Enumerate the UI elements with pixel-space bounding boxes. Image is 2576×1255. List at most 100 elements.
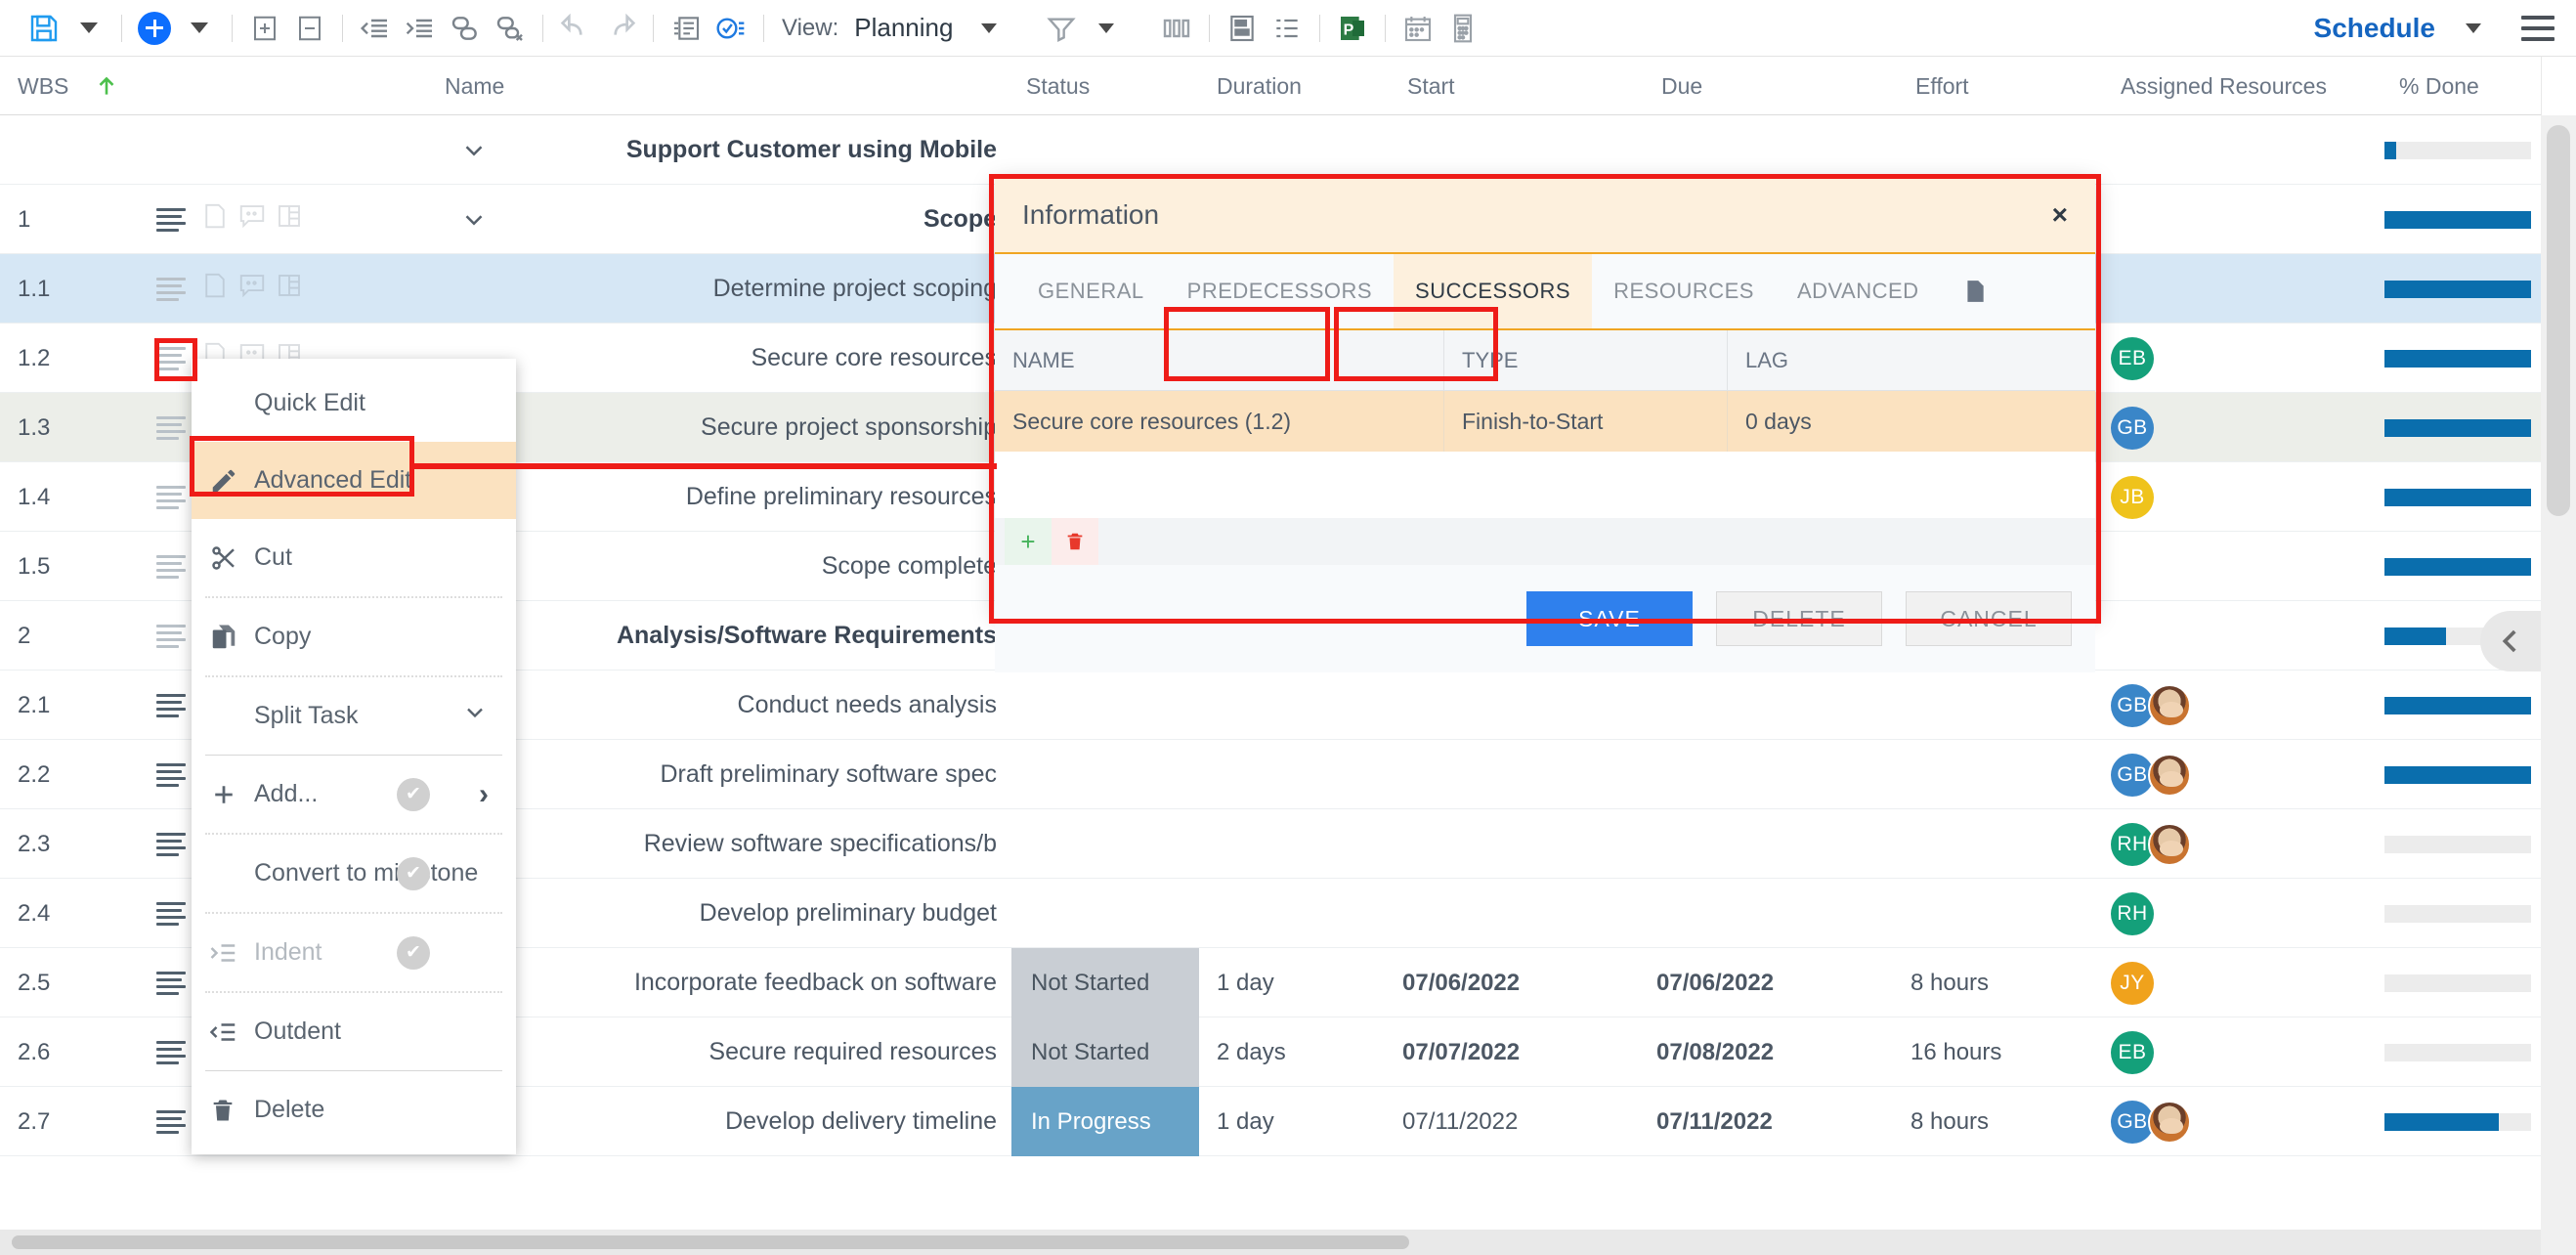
close-icon[interactable]: × bbox=[2052, 199, 2068, 231]
row-menu-icon[interactable] bbox=[156, 324, 186, 393]
avatar[interactable]: JY bbox=[2111, 961, 2154, 1005]
column-header-assigned-resources[interactable]: Assigned Resources bbox=[2121, 57, 2327, 115]
context-menu-item-convert-to-milestone[interactable]: Convert to milestone ✔ bbox=[192, 835, 516, 912]
row-menu-icon[interactable] bbox=[156, 185, 186, 254]
context-menu-item-indent[interactable]: Indent ✔ bbox=[192, 914, 516, 991]
row-menu-icon[interactable] bbox=[156, 1087, 186, 1156]
context-menu-item-split-task[interactable]: Split Task bbox=[192, 677, 516, 755]
avatar[interactable]: JB bbox=[2111, 475, 2154, 519]
row-menu-icon[interactable] bbox=[156, 532, 186, 601]
vertical-scrollbar[interactable] bbox=[2541, 115, 2576, 1255]
vertical-scrollbar-thumb[interactable] bbox=[2547, 125, 2570, 516]
column-header-wbs[interactable]: WBS bbox=[18, 57, 68, 115]
avatar[interactable]: RH bbox=[2111, 891, 2154, 935]
tab-successors[interactable]: SUCCESSORS bbox=[1394, 254, 1593, 328]
undo-icon[interactable] bbox=[553, 6, 598, 51]
row-menu-icon[interactable] bbox=[156, 671, 186, 740]
horizontal-scrollbar[interactable] bbox=[0, 1230, 2541, 1255]
avatar[interactable]: GB bbox=[2111, 406, 2154, 450]
column-header-due[interactable]: Due bbox=[1661, 57, 1702, 115]
row-context-menu[interactable]: Quick Edit Advanced Edit Cut Copy Split Task… bbox=[192, 359, 516, 1154]
avatar-photo[interactable] bbox=[2148, 822, 2191, 866]
successors-th-lag[interactable]: LAG bbox=[1728, 330, 2095, 390]
context-menu-item-copy[interactable]: Copy bbox=[192, 598, 516, 675]
delete-successor-icon[interactable] bbox=[1052, 518, 1098, 565]
columns-icon[interactable] bbox=[1154, 6, 1199, 51]
expand-chevron-down-icon[interactable] bbox=[459, 115, 489, 185]
link-tasks-icon[interactable] bbox=[443, 6, 488, 51]
context-menu-item-quick-edit[interactable]: Quick Edit bbox=[192, 365, 516, 442]
outdent-icon[interactable] bbox=[353, 6, 398, 51]
avatar[interactable]: EB bbox=[2111, 1030, 2154, 1074]
unlink-tasks-icon[interactable] bbox=[488, 6, 533, 51]
attachment-badge-icon[interactable] bbox=[275, 271, 304, 307]
row-menu-icon[interactable] bbox=[156, 601, 186, 671]
context-menu-item-advanced-edit[interactable]: Advanced Edit bbox=[192, 442, 516, 519]
row-menu-icon[interactable] bbox=[156, 948, 186, 1017]
successors-th-name[interactable]: NAME bbox=[995, 330, 1444, 390]
tab-advanced[interactable]: ADVANCED bbox=[1776, 254, 1941, 328]
collapse-panel-handle[interactable] bbox=[2480, 611, 2541, 671]
expand-all-icon[interactable] bbox=[242, 6, 287, 51]
task-check-icon[interactable] bbox=[708, 6, 753, 51]
note-icon[interactable] bbox=[1941, 254, 2009, 328]
sort-ascending-arrow-icon[interactable] bbox=[94, 57, 119, 115]
chevron-right-icon[interactable]: › bbox=[479, 778, 489, 811]
context-menu-item-delete[interactable]: Delete bbox=[192, 1071, 516, 1148]
collapse-all-icon[interactable] bbox=[287, 6, 332, 51]
view-dropdown-caret[interactable] bbox=[966, 6, 1011, 51]
main-menu-icon[interactable] bbox=[2521, 15, 2555, 41]
column-header-start[interactable]: Start bbox=[1407, 57, 1455, 115]
avatar-photo[interactable] bbox=[2148, 753, 2191, 797]
save-dropdown-caret[interactable] bbox=[66, 6, 111, 51]
avatar-photo[interactable] bbox=[2148, 683, 2191, 727]
tab-resources[interactable]: RESOURCES bbox=[1592, 254, 1776, 328]
successors-th-type[interactable]: TYPE bbox=[1444, 330, 1728, 390]
avatar-photo[interactable] bbox=[2148, 1100, 2191, 1144]
row-menu-icon[interactable] bbox=[156, 393, 186, 462]
save-icon[interactable] bbox=[21, 6, 66, 51]
tab-predecessors[interactable]: PREDECESSORS bbox=[1166, 254, 1394, 328]
successors-table-row[interactable]: Secure core resources (1.2) Finish-to-St… bbox=[995, 391, 2095, 452]
baseline-icon[interactable] bbox=[1220, 6, 1265, 51]
ms-project-export-icon[interactable]: P bbox=[1330, 6, 1375, 51]
context-menu-item-cut[interactable]: Cut bbox=[192, 519, 516, 596]
column-header-name[interactable]: Name bbox=[445, 57, 504, 115]
delete-button[interactable]: DELETE bbox=[1716, 591, 1882, 646]
row-menu-icon[interactable] bbox=[156, 462, 186, 532]
filter-dropdown-caret[interactable] bbox=[1084, 6, 1129, 51]
horizontal-scrollbar-thumb[interactable] bbox=[12, 1235, 1409, 1249]
column-header-status[interactable]: Status bbox=[1026, 57, 1090, 115]
comment-badge-icon[interactable] bbox=[237, 201, 267, 238]
cancel-button[interactable]: CANCEL bbox=[1906, 591, 2072, 646]
row-menu-icon[interactable] bbox=[156, 809, 186, 879]
expand-chevron-down-icon[interactable] bbox=[459, 185, 489, 254]
context-menu-item-outdent[interactable]: Outdent bbox=[192, 993, 516, 1070]
schedule-menu-label[interactable]: Schedule bbox=[2314, 13, 2435, 44]
indent-icon[interactable] bbox=[398, 6, 443, 51]
column-header-duration[interactable]: Duration bbox=[1217, 57, 1302, 115]
calculator-icon[interactable] bbox=[1440, 6, 1485, 51]
tab-general[interactable]: GENERAL bbox=[1016, 254, 1166, 328]
row-menu-icon[interactable] bbox=[156, 879, 186, 948]
attachment-badge-icon[interactable] bbox=[275, 201, 304, 238]
chevron-down-icon[interactable] bbox=[461, 699, 489, 734]
redo-icon[interactable] bbox=[598, 6, 643, 51]
add-dropdown-caret[interactable] bbox=[177, 6, 222, 51]
table-row[interactable]: Support Customer using Mobile bbox=[0, 115, 2541, 185]
view-value[interactable]: Planning bbox=[854, 13, 953, 43]
notes-badge-icon[interactable] bbox=[200, 271, 230, 307]
avatar[interactable]: EB bbox=[2111, 336, 2154, 380]
add-successor-button[interactable]: + bbox=[1005, 518, 1052, 565]
notes-icon[interactable] bbox=[664, 6, 708, 51]
schedule-dropdown-caret[interactable] bbox=[2451, 6, 2496, 51]
filter-icon[interactable] bbox=[1039, 6, 1084, 51]
add-task-button[interactable] bbox=[132, 6, 177, 51]
column-header-effort[interactable]: Effort bbox=[1915, 57, 1969, 115]
column-header-percent-done[interactable]: % Done bbox=[2399, 57, 2479, 115]
calendar-icon[interactable] bbox=[1395, 6, 1440, 51]
outline-icon[interactable] bbox=[1265, 6, 1309, 51]
save-button[interactable]: SAVE bbox=[1526, 591, 1693, 646]
comment-badge-icon[interactable] bbox=[237, 271, 267, 307]
row-menu-icon[interactable] bbox=[156, 740, 186, 809]
